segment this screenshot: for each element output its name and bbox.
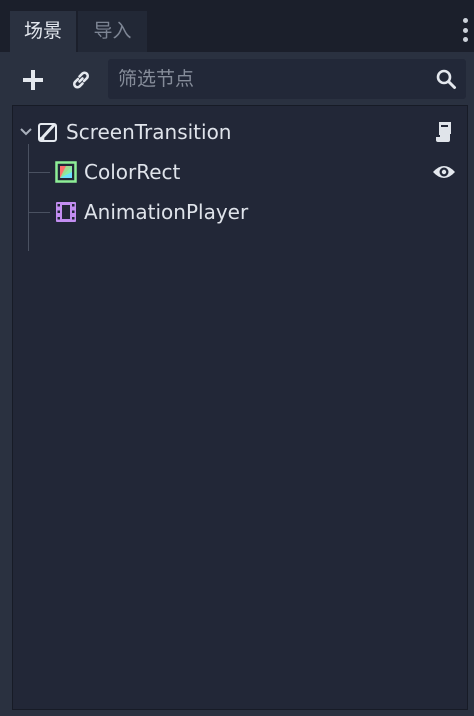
node-name-animation-player: AnimationPlayer [84, 200, 249, 224]
filter-nodes-field [108, 59, 466, 99]
chevron-down-icon[interactable] [19, 127, 33, 137]
tab-import[interactable]: 导入 [78, 11, 147, 52]
scene-tree: ScreenTransition ColorRect AnimationPlay… [12, 105, 468, 710]
more-options-icon[interactable] [461, 18, 469, 42]
filter-nodes-input[interactable] [108, 59, 426, 99]
color-rect-icon [55, 161, 77, 183]
tree-row-animation-player[interactable]: AnimationPlayer [13, 192, 467, 232]
tree-row-color-rect[interactable]: ColorRect [13, 152, 467, 192]
scene-dock: 场景 导入 筛选节点 ScreenTransition ColorRect An… [0, 0, 474, 716]
tab-scene[interactable]: 场景 [10, 11, 76, 52]
add-node-button[interactable] [15, 62, 51, 98]
animation-player-icon [56, 202, 76, 222]
instance-scene-button[interactable] [63, 62, 99, 98]
node-name-screen-transition: ScreenTransition [66, 120, 232, 144]
node-name-color-rect: ColorRect [84, 160, 181, 184]
search-icon[interactable] [434, 67, 458, 91]
eye-icon[interactable] [432, 163, 456, 181]
link-icon [73, 71, 89, 89]
tree-row-root[interactable]: ScreenTransition [13, 112, 467, 152]
tab-bar: 场景 导入 [0, 0, 474, 52]
plus-icon [23, 70, 43, 90]
canvas-layer-icon [38, 123, 57, 142]
script-icon[interactable] [433, 120, 455, 144]
